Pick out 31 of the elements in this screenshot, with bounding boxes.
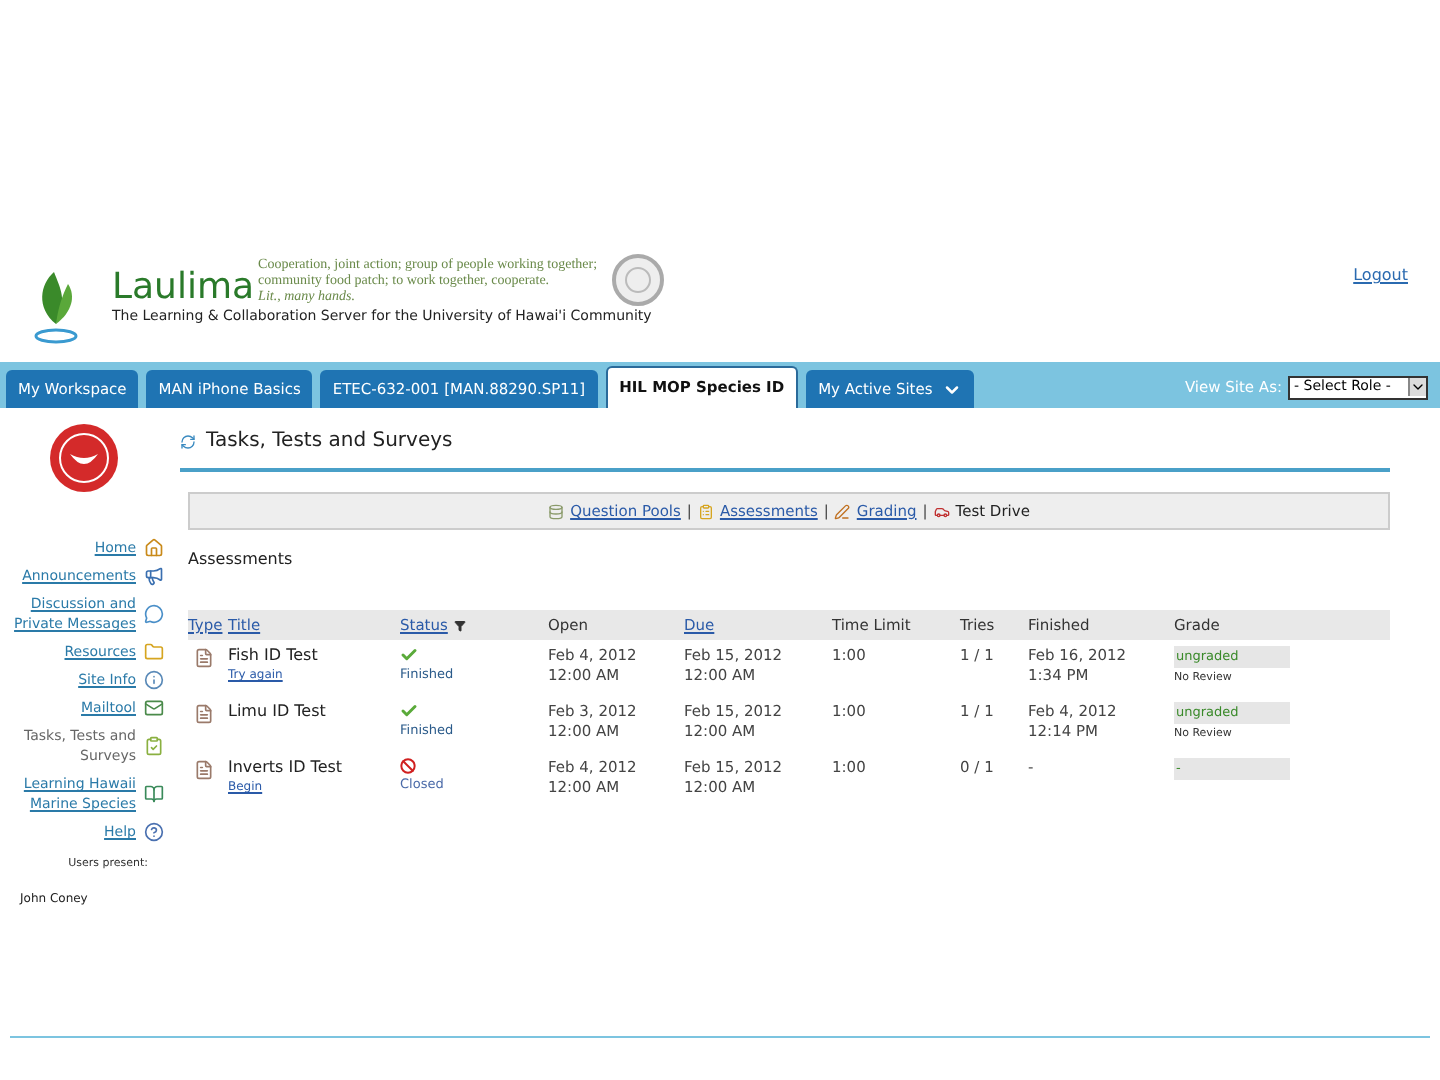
home-icon bbox=[144, 538, 164, 558]
filter-icon[interactable] bbox=[453, 619, 466, 631]
folder-icon bbox=[144, 642, 164, 662]
car-icon bbox=[933, 503, 950, 519]
refresh-icon[interactable] bbox=[180, 433, 196, 449]
help-icon bbox=[144, 822, 164, 842]
table-cell-text: Limu ID Test bbox=[228, 702, 328, 722]
document-icon bbox=[194, 704, 214, 724]
section-title: Assessments bbox=[188, 548, 295, 572]
logout-link[interactable]: Logout bbox=[1353, 264, 1408, 288]
database-icon bbox=[548, 503, 565, 519]
document-icon bbox=[194, 760, 214, 780]
check-icon bbox=[400, 646, 418, 664]
dropdown-arrow-icon bbox=[1408, 378, 1426, 396]
pen-icon bbox=[834, 503, 851, 519]
page-title: Tasks, Tests and Surveys bbox=[206, 428, 453, 456]
speech-bubble-icon bbox=[144, 604, 164, 624]
table-cell-text: Fish ID Test bbox=[228, 646, 320, 666]
mail-icon bbox=[144, 698, 164, 718]
document-icon bbox=[194, 648, 214, 668]
check-icon bbox=[400, 702, 418, 720]
info-icon bbox=[144, 670, 164, 690]
blocked-icon bbox=[400, 758, 416, 774]
table-cell-text: Inverts ID Test bbox=[228, 758, 345, 778]
university-seal-icon bbox=[48, 422, 120, 494]
clipboard-icon bbox=[144, 736, 164, 756]
book-icon bbox=[144, 784, 164, 804]
megaphone-icon bbox=[144, 566, 164, 586]
brand-name: Laulima bbox=[112, 268, 255, 308]
seal-icon bbox=[609, 252, 666, 308]
clipboard-icon bbox=[697, 503, 714, 519]
